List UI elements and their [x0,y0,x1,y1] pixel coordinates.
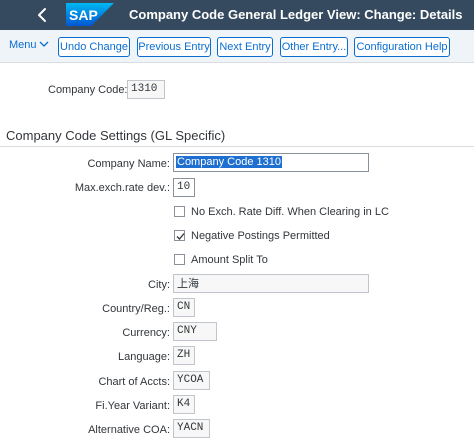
undo-change-button[interactable]: Undo Change [58,37,130,57]
max-exch-rate-input[interactable]: 10 [173,178,195,197]
city-label: City: [148,279,170,291]
company-name-value: Company Code 1310 [176,156,282,168]
country-field: CN [173,298,195,317]
country-label: Country/Reg.: [102,303,170,315]
sap-logo-text: SAP [69,7,98,23]
no-exch-rate-diff-checkbox[interactable] [174,206,185,217]
chart-of-accts-field: YCOA [173,371,210,390]
next-entry-button[interactable]: Next Entry [217,37,273,57]
section-divider [0,146,474,147]
section-title: Company Code Settings (GL Specific) [6,128,226,143]
company-code-label: Company Code: [48,84,128,96]
previous-entry-button[interactable]: Previous Entry [137,37,211,57]
max-exch-rate-label: Max.exch.rate dev.: [74,182,170,194]
toolbar: Menu Undo Change Previous Entry Next Ent… [0,30,474,63]
company-code-field: 1310 [127,80,165,99]
language-label: Language: [118,351,170,363]
company-name-input[interactable]: Company Code 1310 [173,153,369,172]
alternative-coa-label: Alternative COA: [88,424,170,436]
back-button[interactable] [30,2,56,28]
other-entry-button[interactable]: Other Entry... [280,37,348,57]
currency-field: CNY [173,322,217,341]
alternative-coa-field: YACN [173,419,210,438]
chart-of-accts-label: Chart of Accts: [98,376,170,388]
language-field: ZH [173,346,195,365]
shell-bar: SAP Company Code General Ledger View: Ch… [0,0,474,30]
page-title: Company Code General Ledger View: Change… [129,7,463,22]
configuration-help-button[interactable]: Configuration Help [354,37,450,57]
sap-logo: SAP [66,3,114,26]
checkmark-icon [176,233,185,240]
company-name-label: Company Name: [87,158,170,170]
amount-split-label: Amount Split To [191,254,268,266]
amount-split-checkbox[interactable] [174,254,185,265]
negative-postings-checkbox[interactable] [174,230,185,241]
fi-year-variant-field: K4 [173,395,195,414]
no-exch-rate-diff-label: No Exch. Rate Diff. When Clearing in LC [191,206,389,218]
chevron-down-icon [39,39,49,51]
negative-postings-label: Negative Postings Permitted [191,230,330,242]
menu-label: Menu [9,39,37,51]
fi-year-variant-label: Fi.Year Variant: [95,400,170,412]
currency-label: Currency: [122,327,170,339]
back-chevron-icon [38,8,46,22]
city-field: 上海 [173,274,369,293]
menu-button[interactable]: Menu [9,39,49,51]
